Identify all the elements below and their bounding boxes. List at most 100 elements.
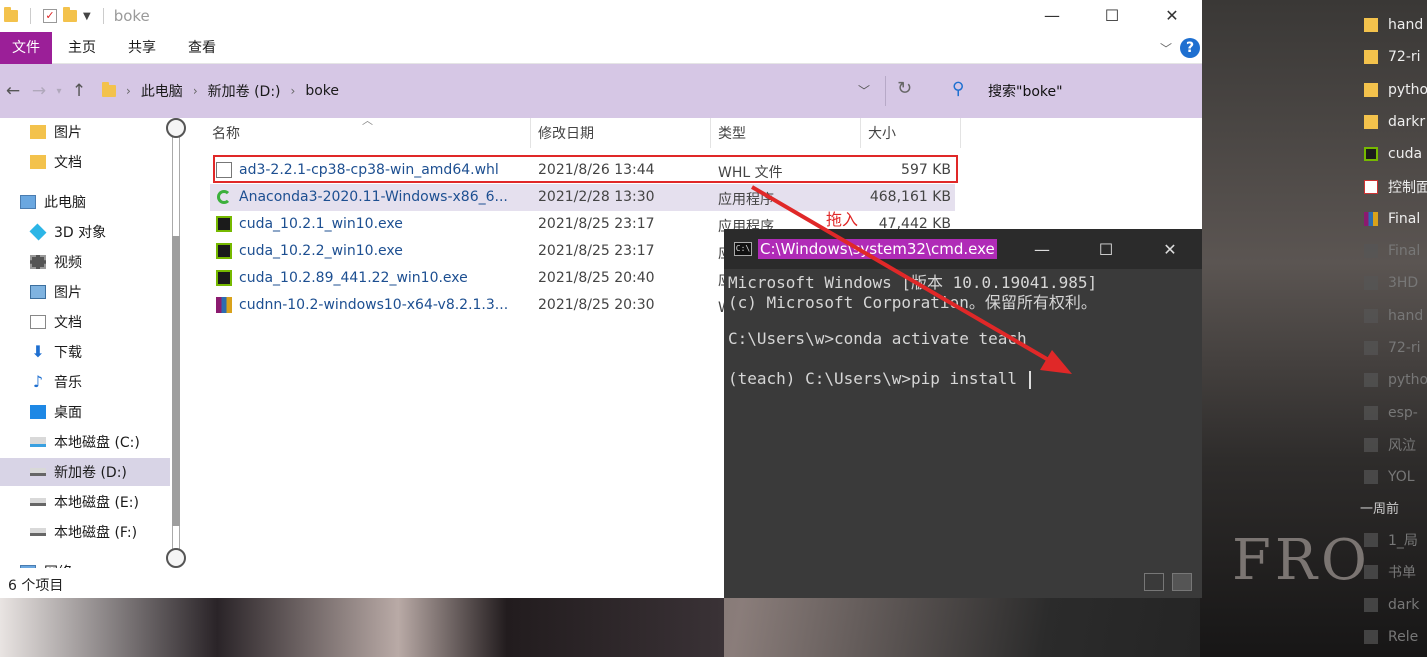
wallpaper-art-bottom bbox=[0, 598, 724, 657]
close-button[interactable]: ✕ bbox=[1142, 0, 1202, 30]
divider bbox=[530, 118, 531, 148]
dim-icon bbox=[1364, 276, 1378, 291]
download-icon: ⬇ bbox=[31, 342, 45, 361]
minimize-button[interactable]: — bbox=[1022, 0, 1082, 30]
cmd-minimize-button[interactable]: — bbox=[1010, 229, 1074, 269]
sidebar-item[interactable]: ♪ 音乐 bbox=[0, 368, 170, 396]
console-input-line[interactable]: (teach) C:\Users\w>pip install bbox=[728, 369, 1031, 389]
breadcrumb-drive-d[interactable]: 新加卷 (D:) bbox=[208, 81, 281, 101]
desktop-item[interactable]: 风泣 bbox=[1364, 432, 1427, 458]
desktop-item-label: 72-ri bbox=[1388, 49, 1421, 66]
desktop-item[interactable]: 1_局 bbox=[1364, 527, 1427, 553]
dim-icon bbox=[1364, 565, 1378, 580]
properties-icon[interactable]: ✓ bbox=[43, 9, 57, 23]
sidebar-item[interactable]: 本地磁盘 (C:) bbox=[0, 428, 170, 456]
desktop-item[interactable]: hand bbox=[1364, 303, 1427, 329]
desktop-item[interactable]: cuda bbox=[1364, 141, 1427, 167]
tab-home[interactable]: 主页 bbox=[52, 32, 112, 64]
desktop-item-label: hand bbox=[1388, 307, 1424, 324]
desktop-item[interactable]: pytho bbox=[1364, 77, 1427, 103]
sidebar-item[interactable]: 本地磁盘 (E:) bbox=[0, 488, 170, 516]
sidebar-item[interactable]: 3D 对象 bbox=[0, 218, 170, 246]
dim-icon bbox=[1364, 597, 1378, 612]
sidebar-item[interactable]: 本地磁盘 (F:) bbox=[0, 518, 170, 546]
sidebar-item[interactable]: 视频 bbox=[0, 248, 170, 276]
pictures-icon bbox=[30, 285, 46, 299]
file-name: cudnn-10.2-windows10-x64-v8.2.1.3... bbox=[239, 297, 509, 313]
video-icon bbox=[30, 255, 46, 269]
desktop-item[interactable]: dark bbox=[1364, 592, 1427, 618]
maximize-button[interactable]: ☐ bbox=[1082, 0, 1142, 30]
sidebar-item-label: 图片 bbox=[54, 125, 82, 141]
desktop-item[interactable]: 控制面 bbox=[1364, 174, 1427, 200]
desktop-item[interactable]: darkr bbox=[1364, 109, 1427, 135]
cmd-title-bar[interactable]: C:\ C:\Windows\system32\cmd.exe — ☐ ✕ bbox=[724, 229, 1202, 269]
customize-toolbar-icon[interactable]: ▼ bbox=[83, 11, 91, 22]
sidebar-item[interactable]: 图片 bbox=[0, 278, 170, 306]
cmd-close-button[interactable]: ✕ bbox=[1138, 229, 1202, 269]
desktop-item[interactable]: hand bbox=[1364, 12, 1427, 38]
network-icon bbox=[20, 565, 36, 568]
column-header-size[interactable]: 大小 bbox=[868, 118, 896, 148]
desktop-item[interactable]: 72-ri bbox=[1364, 335, 1427, 361]
cmd-maximize-button[interactable]: ☐ bbox=[1074, 229, 1138, 269]
help-icon[interactable]: ? bbox=[1180, 38, 1200, 58]
sidebar-item[interactable]: 文档 bbox=[0, 148, 170, 176]
nav-scrollbar[interactable] bbox=[166, 118, 186, 568]
chevron-right-icon[interactable]: › bbox=[291, 84, 296, 98]
sidebar-item[interactable]: 文档 bbox=[0, 308, 170, 336]
sidebar-item[interactable]: ⬇ 下载 bbox=[0, 338, 170, 366]
scroll-down-button[interactable] bbox=[166, 548, 186, 568]
list-view-icon[interactable] bbox=[1144, 573, 1164, 591]
sidebar-item[interactable]: 图片 bbox=[0, 118, 170, 146]
back-icon[interactable]: ← bbox=[0, 81, 26, 101]
refresh-icon[interactable]: ↻ bbox=[897, 78, 912, 99]
sidebar-item[interactable]: 新加卷 (D:) bbox=[0, 458, 170, 486]
desktop-item-label: 1_局 bbox=[1388, 533, 1418, 549]
chevron-right-icon[interactable]: › bbox=[126, 84, 131, 98]
up-icon[interactable]: ↑ bbox=[66, 81, 92, 101]
address-dropdown-icon[interactable]: ﹀ bbox=[858, 82, 870, 99]
desktop-item[interactable]: 3HD bbox=[1364, 270, 1427, 296]
sidebar-item[interactable]: 桌面 bbox=[0, 398, 170, 426]
scrollbar-thumb[interactable] bbox=[172, 236, 180, 526]
desktop-item[interactable]: 书单 bbox=[1364, 559, 1427, 585]
file-size: 468,161 KB bbox=[869, 189, 951, 205]
tab-share[interactable]: 共享 bbox=[112, 32, 172, 64]
dim-icon bbox=[1364, 341, 1378, 355]
column-header-type[interactable]: 类型 bbox=[718, 118, 746, 148]
desktop-icon bbox=[30, 405, 46, 419]
desktop-section-label: 一周前 bbox=[1360, 502, 1400, 517]
sidebar-item[interactable]: 网络 bbox=[0, 558, 170, 568]
nvidia-icon bbox=[216, 270, 232, 286]
file-date: 2021/8/25 20:40 bbox=[538, 270, 655, 286]
documents-icon bbox=[30, 315, 46, 329]
cmd-console[interactable]: Microsoft Windows [版本 10.0.19041.985] (c… bbox=[724, 269, 1202, 598]
desktop-item[interactable]: YOL bbox=[1364, 464, 1427, 490]
expand-ribbon-icon[interactable]: ﹀ bbox=[1160, 40, 1172, 57]
tab-view[interactable]: 查看 bbox=[172, 32, 232, 64]
recent-locations-icon[interactable]: ▾ bbox=[52, 86, 66, 97]
cmd-title: C:\Windows\system32\cmd.exe bbox=[758, 239, 997, 259]
chevron-right-icon[interactable]: › bbox=[193, 84, 198, 98]
desktop-item[interactable]: esp- bbox=[1364, 400, 1427, 426]
file-date: 2021/8/25 20:30 bbox=[538, 297, 655, 313]
breadcrumb-boke[interactable]: boke bbox=[305, 83, 339, 99]
desktop-item[interactable]: pytho bbox=[1364, 367, 1427, 393]
scroll-up-button[interactable] bbox=[166, 118, 186, 138]
column-header-name[interactable]: 名称 bbox=[212, 118, 240, 148]
sidebar-item[interactable]: 此电脑 bbox=[0, 188, 170, 216]
desktop-item[interactable]: Rele bbox=[1364, 624, 1427, 650]
desktop-item-label: Rele bbox=[1388, 628, 1419, 645]
new-folder-icon[interactable] bbox=[63, 7, 77, 22]
tab-file[interactable]: 文件 bbox=[0, 31, 52, 64]
column-header-date[interactable]: 修改日期 bbox=[538, 118, 594, 148]
breadcrumb-this-pc[interactable]: 此电脑 bbox=[141, 81, 183, 101]
desktop-item[interactable]: Final bbox=[1364, 238, 1427, 264]
desktop-item[interactable]: 72-ri bbox=[1364, 44, 1427, 70]
desktop-item[interactable]: Final bbox=[1364, 206, 1427, 232]
preview-icon[interactable] bbox=[1172, 573, 1192, 591]
forward-icon[interactable]: → bbox=[26, 81, 52, 101]
console-prompt: (teach) C:\Users\w>pip install bbox=[728, 369, 1027, 388]
search-input[interactable]: 搜索"boke" bbox=[988, 81, 1063, 101]
